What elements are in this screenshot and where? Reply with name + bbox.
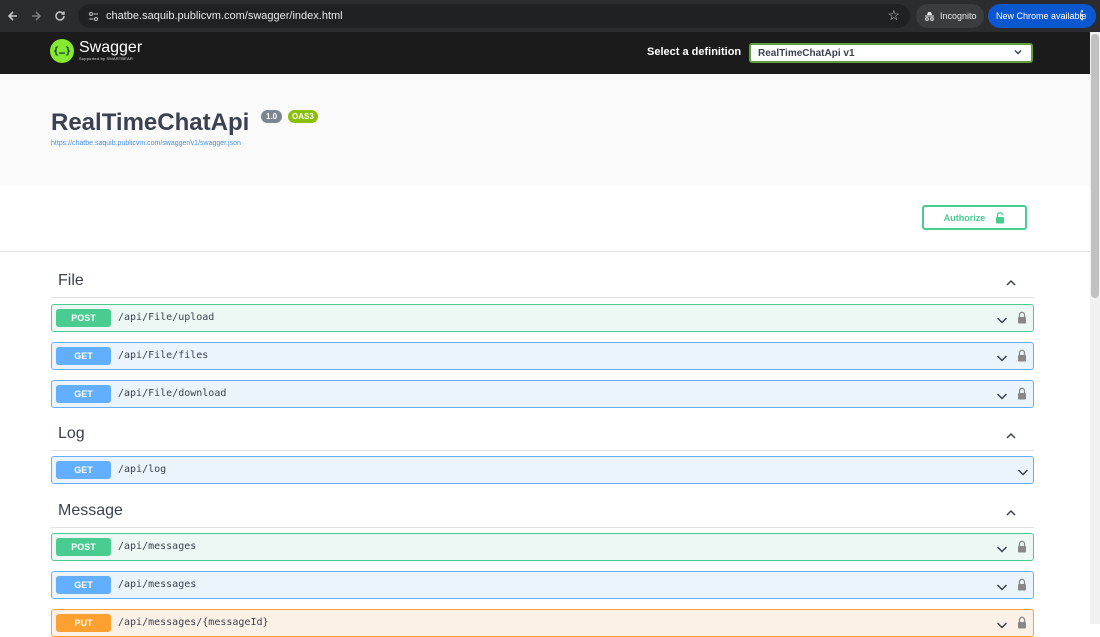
authorize-button[interactable]: Authorize: [922, 205, 1027, 230]
method-badge: POST: [56, 309, 111, 327]
chevron-down-icon[interactable]: [996, 618, 1008, 636]
oas-badge: OAS3: [288, 110, 318, 123]
method-badge: GET: [56, 576, 111, 594]
address-bar[interactable]: chatbe.saquib.publicvm.com/swagger/index…: [78, 4, 910, 28]
site-info-icon[interactable]: [82, 11, 104, 22]
chevron-down-icon[interactable]: [1017, 465, 1029, 483]
chevron-down-icon: [1013, 47, 1023, 60]
chevron-down-icon[interactable]: [996, 542, 1008, 560]
version-badge: 1.0: [261, 110, 283, 123]
method-badge: GET: [56, 347, 111, 365]
scheme-container: Authorize: [0, 186, 1090, 252]
operation-path: /api/File/upload: [118, 312, 215, 323]
operation-post-messages[interactable]: POST /api/messages: [51, 533, 1034, 561]
reload-icon[interactable]: [47, 0, 72, 32]
page-scrollbar[interactable]: [1090, 32, 1100, 624]
incognito-label: Incognito: [940, 11, 977, 21]
url-text: chatbe.saquib.publicvm.com/swagger/index…: [106, 10, 343, 22]
chevron-up-icon[interactable]: [1005, 429, 1017, 447]
operation-get-file-download[interactable]: GET /api/File/download: [51, 380, 1034, 408]
browser-toolbar: chatbe.saquib.publicvm.com/swagger/index…: [0, 0, 1100, 32]
operation-path: /api/messages: [118, 541, 197, 552]
chevron-down-icon[interactable]: [996, 389, 1008, 407]
operation-path: /api/messages/{messageId}: [118, 617, 269, 628]
spec-url-link[interactable]: https://chatbe.saquib.publicvm.com/swagg…: [51, 140, 241, 147]
lock-icon[interactable]: [1017, 616, 1027, 634]
method-badge: GET: [56, 461, 111, 479]
definition-select[interactable]: RealTimeChatApi v1: [749, 43, 1033, 63]
method-badge: PUT: [56, 614, 111, 632]
section-file[interactable]: File: [51, 266, 1034, 298]
unlock-icon: [996, 211, 1005, 223]
logo-name: Swagger: [79, 39, 143, 56]
select-definition-label: Select a definition: [647, 46, 742, 58]
section-title: File: [58, 272, 84, 289]
definition-select-value: RealTimeChatApi v1: [758, 47, 855, 59]
incognito-icon: [925, 11, 934, 21]
swagger-logo[interactable]: {…} Swagger Supported by SMARTBEAR: [50, 39, 142, 63]
method-badge: GET: [56, 385, 111, 403]
authorize-label: Authorize: [943, 212, 986, 223]
api-info: RealTimeChatApi 1.0 OAS3 https://chatbe.…: [0, 74, 1090, 186]
forward-icon[interactable]: [23, 0, 48, 32]
operation-path: /api/File/files: [118, 350, 209, 361]
operation-get-file-files[interactable]: GET /api/File/files: [51, 342, 1034, 370]
chevron-up-icon[interactable]: [1005, 506, 1017, 524]
method-badge: POST: [56, 538, 111, 556]
section-title: Log: [58, 425, 85, 442]
lock-icon[interactable]: [1017, 578, 1027, 596]
operation-get-log[interactable]: GET /api/log: [51, 456, 1034, 484]
section-title: Message: [58, 502, 123, 519]
logo-subtitle: Supported by SMARTBEAR: [79, 56, 134, 61]
swagger-logo-icon: {…}: [50, 39, 74, 63]
chevron-down-icon[interactable]: [996, 351, 1008, 369]
lock-icon[interactable]: [1017, 540, 1027, 558]
lock-icon[interactable]: [1017, 311, 1027, 329]
lock-icon[interactable]: [1017, 387, 1027, 405]
update-label: New Chrome available: [996, 11, 1087, 21]
operation-path: /api/messages: [118, 579, 197, 590]
scrollbar-thumb[interactable]: [1091, 34, 1099, 298]
section-message[interactable]: Message: [51, 496, 1034, 528]
api-title: RealTimeChatApi: [51, 109, 250, 136]
more-menu-icon[interactable]: ⋮: [1076, 8, 1088, 22]
operation-put-message[interactable]: PUT /api/messages/{messageId}: [51, 609, 1034, 637]
chevron-down-icon[interactable]: [996, 580, 1008, 598]
operation-path: /api/File/download: [118, 388, 227, 399]
incognito-indicator[interactable]: Incognito: [916, 4, 984, 28]
chevron-down-icon[interactable]: [996, 313, 1008, 331]
operation-path: /api/log: [118, 464, 167, 475]
back-icon[interactable]: [0, 0, 25, 32]
chrome-update-button[interactable]: New Chrome available ⋮: [988, 4, 1096, 28]
bookmark-star-icon[interactable]: ☆: [887, 7, 900, 24]
section-log[interactable]: Log: [51, 419, 1034, 451]
swagger-topbar: {…} Swagger Supported by SMARTBEAR Selec…: [0, 32, 1090, 74]
chevron-up-icon[interactable]: [1005, 276, 1017, 294]
operation-get-messages[interactable]: GET /api/messages: [51, 571, 1034, 599]
lock-icon[interactable]: [1017, 349, 1027, 367]
operation-post-file-upload[interactable]: POST /api/File/upload: [51, 304, 1034, 332]
